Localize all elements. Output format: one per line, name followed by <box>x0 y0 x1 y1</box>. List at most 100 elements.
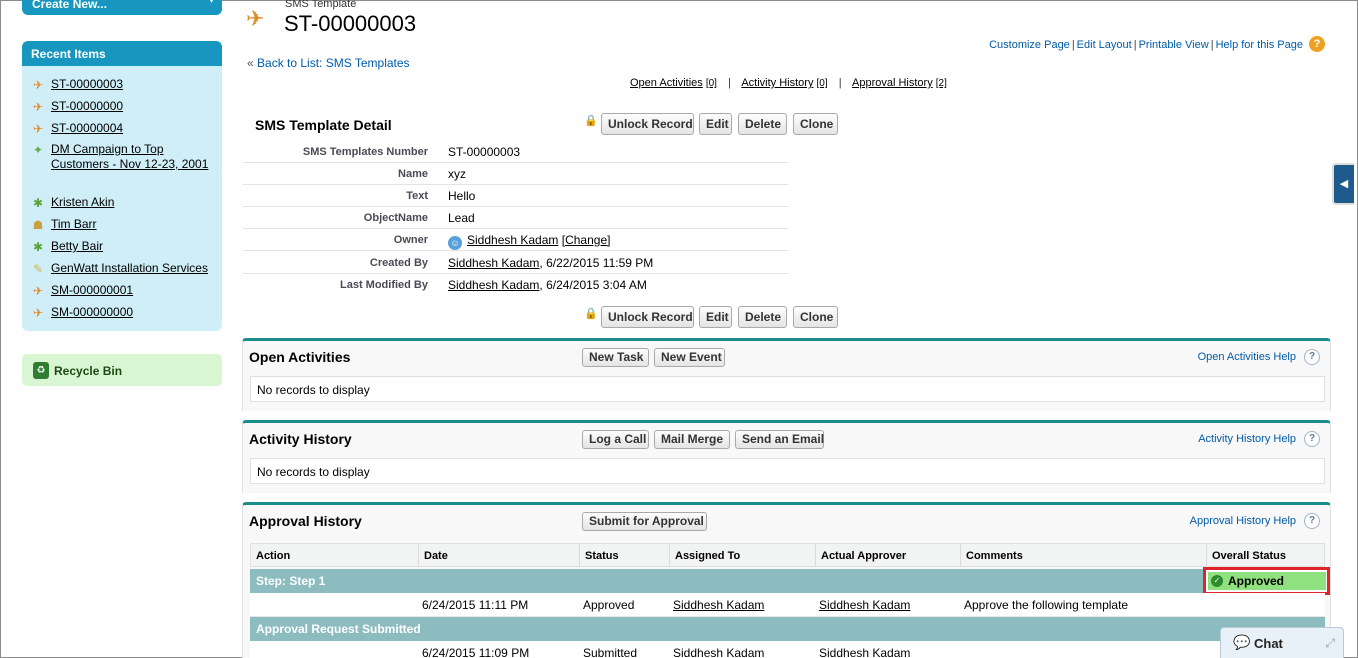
expand-icon[interactable]: ⤢ <box>1325 636 1335 651</box>
create-new-label: Create New... <box>32 0 107 11</box>
sms-template-icon: ✈ <box>32 78 44 92</box>
edit-layout-link[interactable]: Edit Layout <box>1077 39 1132 51</box>
col-date: Date <box>418 544 579 566</box>
activity-history-help-link[interactable]: Activity History Help <box>1198 433 1296 445</box>
unlock-record-button[interactable]: Unlock Record <box>601 113 694 135</box>
actual-approver-link[interactable]: Siddhesh Kadam <box>819 598 910 612</box>
recent-items-panel: Recent Items ✈ ST-00000003 ✈ ST-00000000… <box>22 41 222 331</box>
col-status: Status <box>579 544 669 566</box>
col-comments: Comments <box>960 544 1206 566</box>
open-activities-count[interactable]: [0] <box>706 78 717 89</box>
clone-button[interactable]: Clone <box>793 113 838 135</box>
field-created-by: Created By Siddhesh Kadam, 6/22/2015 11:… <box>243 252 788 274</box>
edit-button[interactable]: Edit <box>699 113 732 135</box>
chat-widget[interactable]: 💬 Chat ⤢ <box>1220 627 1344 658</box>
new-task-button[interactable]: New Task <box>582 348 649 367</box>
open-activities-link[interactable]: Open Activities <box>630 77 703 89</box>
chevron-left-icon: ◀ <box>1339 178 1349 190</box>
activity-history-count[interactable]: [0] <box>817 78 828 89</box>
check-icon: ✓ <box>1211 575 1223 587</box>
edit-button-bottom[interactable]: Edit <box>699 306 732 328</box>
field-text: Text Hello <box>243 185 788 207</box>
col-overall-status: Overall Status <box>1206 544 1324 566</box>
sidebar-collapse-handle[interactable]: ◀ <box>1332 163 1354 205</box>
activity-history-list: Activity History Log a Call Mail Merge S… <box>242 420 1331 493</box>
detail-section-title: SMS Template Detail <box>255 117 392 133</box>
table-row: 6/24/2015 11:11 PM Approved Siddhesh Kad… <box>250 593 1325 617</box>
col-actual-approver: Actual Approver <box>815 544 960 566</box>
field-sms-templates-number: SMS Templates Number ST-00000003 <box>243 141 788 163</box>
recycle-bin-label: Recycle Bin <box>54 364 123 378</box>
approval-history-count[interactable]: [2] <box>936 78 947 89</box>
opportunity-icon: ✎ <box>32 262 44 276</box>
recent-items-title: Recent Items <box>22 41 222 66</box>
customize-page-link[interactable]: Customize Page <box>989 39 1070 51</box>
open-activities-title: Open Activities <box>249 349 351 365</box>
help-icon[interactable]: ? <box>1304 513 1320 529</box>
col-action: Action <box>256 550 291 562</box>
modified-date: , 6/24/2015 3:04 AM <box>539 278 647 292</box>
campaign-icon: ✦ <box>32 143 44 157</box>
contact-icon: ✱ <box>32 240 44 254</box>
created-by-link[interactable]: Siddhesh Kadam <box>448 256 539 270</box>
empty-message: No records to display <box>250 376 1325 402</box>
chevron-down-icon: ▾ <box>208 0 214 6</box>
unlock-record-button-bottom[interactable]: Unlock Record <box>601 306 694 328</box>
log-a-call-button[interactable]: Log a Call <box>582 430 649 449</box>
lock-icon: 🔒 <box>584 115 598 127</box>
field-name: Name xyz <box>243 163 788 185</box>
table-row-step: Step: Step 1 <box>250 569 1325 593</box>
table-row-step: Approval Request Submitted <box>250 617 1325 641</box>
field-owner: Owner ☺ Siddhesh Kadam [Change] <box>243 229 788 251</box>
step-label: Approval Request Submitted <box>256 622 421 636</box>
approval-history-link[interactable]: Approval History <box>852 77 933 89</box>
help-icon[interactable]: ? <box>1304 431 1320 447</box>
open-activities-list: Open Activities New Task New Event Open … <box>242 338 1331 411</box>
printable-view-link[interactable]: Printable View <box>1139 39 1209 51</box>
activity-history-title: Activity History <box>249 431 352 447</box>
sms-template-icon: ✈ <box>246 6 265 31</box>
object-type-label: SMS Template <box>285 0 357 10</box>
recycle-bin-icon: ♻ <box>33 362 49 379</box>
owner-link[interactable]: Siddhesh Kadam <box>467 233 558 247</box>
sms-template-icon: ✈ <box>32 284 44 298</box>
overall-status-highlight: ✓ Approved <box>1203 567 1330 595</box>
modified-by-link[interactable]: Siddhesh Kadam <box>448 278 539 292</box>
status-badge: ✓ Approved <box>1208 572 1326 590</box>
sms-template-icon: ✈ <box>32 100 44 114</box>
create-new-button[interactable]: Create New... ▾ <box>22 0 222 15</box>
mail-merge-button[interactable]: Mail Merge <box>654 430 730 449</box>
send-an-email-button[interactable]: Send an Email <box>735 430 824 449</box>
submit-for-approval-button[interactable]: Submit for Approval <box>582 512 707 531</box>
actual-approver-link[interactable]: Siddhesh Kadam <box>819 646 910 658</box>
delete-button-bottom[interactable]: Delete <box>738 306 787 328</box>
delete-button[interactable]: Delete <box>738 113 787 135</box>
help-page-link[interactable]: Help for this Page <box>1216 39 1303 51</box>
approval-history-list: Approval History Submit for Approval App… <box>242 502 1331 658</box>
back-to-list[interactable]: « Back to List: SMS Templates <box>247 56 410 70</box>
new-event-button[interactable]: New Event <box>654 348 725 367</box>
chat-bubble-icon: 💬 <box>1233 634 1251 650</box>
help-icon[interactable]: ? <box>1304 349 1320 365</box>
chat-label: Chat <box>1254 636 1283 651</box>
recycle-bin-link[interactable]: ♻ Recycle Bin <box>22 354 222 386</box>
sms-template-icon: ✈ <box>32 122 44 136</box>
created-date: , 6/22/2015 11:59 PM <box>539 256 654 270</box>
change-owner-link[interactable]: [Change] <box>562 233 611 247</box>
open-activities-help-link[interactable]: Open Activities Help <box>1198 351 1296 363</box>
back-arrow-icon: « <box>247 56 254 70</box>
page-title: ST-00000003 <box>284 11 417 36</box>
table-row: 6/24/2015 11:09 PM Submitted Siddhesh Ka… <box>250 641 1325 658</box>
activity-history-link[interactable]: Activity History <box>741 77 813 89</box>
field-object-name: ObjectName Lead <box>243 207 788 229</box>
assigned-to-link[interactable]: Siddhesh Kadam <box>673 598 764 612</box>
col-assigned-to: Assigned To <box>669 544 815 566</box>
clone-button-bottom[interactable]: Clone <box>793 306 838 328</box>
step-label: Step: Step 1 <box>256 574 326 588</box>
back-to-list-link[interactable]: Back to List: SMS Templates <box>257 56 410 70</box>
lock-icon: 🔒 <box>584 308 598 320</box>
related-list-links: Open Activities [0] | Activity History [… <box>630 77 947 89</box>
assigned-to-link[interactable]: Siddhesh Kadam <box>673 646 764 658</box>
approval-history-help-link[interactable]: Approval History Help <box>1190 515 1296 527</box>
help-icon[interactable]: ? <box>1309 36 1325 52</box>
